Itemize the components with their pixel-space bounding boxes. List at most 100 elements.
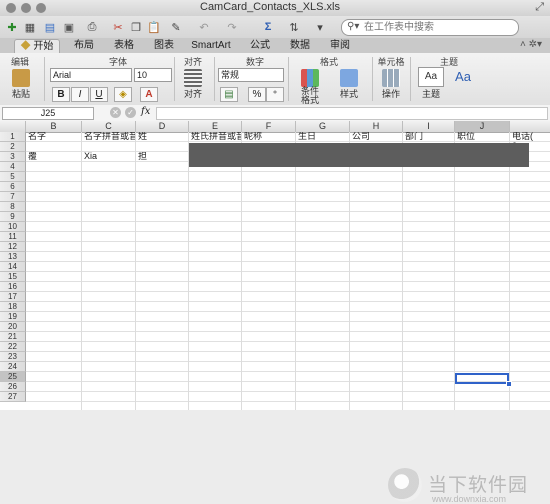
header-cell[interactable]: 名字拼音或音标 xyxy=(84,132,135,141)
header-cell[interactable]: 姓氏拼音或音标 xyxy=(191,132,241,141)
tab-review[interactable]: 审阅 xyxy=(320,39,360,53)
active-cell-j25[interactable] xyxy=(455,373,509,384)
row-header[interactable]: 17 xyxy=(0,292,26,302)
row-header[interactable]: 23 xyxy=(0,352,26,362)
theme-font-button[interactable]: Aa xyxy=(452,69,474,84)
header-cell[interactable]: 昵称 xyxy=(244,132,295,141)
minimize-window-button[interactable] xyxy=(21,3,31,13)
number-format-select[interactable]: 常规 xyxy=(218,68,284,82)
row-header[interactable]: 3 xyxy=(0,152,26,162)
undo-icon[interactable]: ↶ xyxy=(196,19,212,35)
row-header[interactable]: 16 xyxy=(0,282,26,292)
row-header[interactable]: 4 xyxy=(0,162,26,172)
row-header[interactable]: 14 xyxy=(0,262,26,272)
row-header[interactable]: 19 xyxy=(0,312,26,322)
zoom-window-button[interactable] xyxy=(36,3,46,13)
cut-icon[interactable]: ✂ xyxy=(110,19,126,35)
row-header[interactable]: 13 xyxy=(0,252,26,262)
underline-button[interactable]: U xyxy=(90,87,108,102)
tab-data[interactable]: 数据 xyxy=(280,39,320,53)
row-header[interactable]: 12 xyxy=(0,242,26,252)
font-name-select[interactable]: Arial xyxy=(50,68,132,82)
cells-operate-button[interactable]: 操作 xyxy=(376,69,406,100)
template-icon[interactable]: ▦ xyxy=(22,19,38,35)
cancel-icon[interactable]: ✕ xyxy=(110,107,121,118)
data-cell[interactable]: 担 xyxy=(138,152,188,161)
percent-button[interactable]: % xyxy=(248,87,266,102)
row-header[interactable]: 10 xyxy=(0,222,26,232)
row-header[interactable]: 11 xyxy=(0,232,26,242)
tab-formulas[interactable]: 公式 xyxy=(240,39,280,53)
spreadsheet-grid[interactable]: BCDEFGHIJ 1 2 3 4 5 6 7 8 9 10 11 12 13 14 15 16 17 18 19 2… xyxy=(0,121,550,504)
row-header[interactable]: 7 xyxy=(0,192,26,202)
open-icon[interactable]: ▤ xyxy=(42,19,58,35)
header-cell[interactable]: 部门 xyxy=(405,132,454,141)
group-label-format: 格式 xyxy=(319,57,338,67)
sort-icon[interactable]: ⇅ xyxy=(286,19,302,35)
save-icon[interactable]: ▣ xyxy=(61,19,77,35)
print-icon[interactable]: ⎙ xyxy=(84,19,100,35)
search-input[interactable] xyxy=(364,20,514,35)
italic-button[interactable]: I xyxy=(71,87,89,102)
paste-icon[interactable]: 📋 xyxy=(146,19,162,35)
ribbon-options-icon[interactable]: ˄ ✲▾ xyxy=(520,39,542,50)
row-header[interactable]: 27 xyxy=(0,392,26,402)
grid-row-line xyxy=(26,181,550,182)
header-cell[interactable]: 生日 xyxy=(298,132,349,141)
group-label-cells: 单元格 xyxy=(377,57,405,67)
row-header[interactable]: 1 xyxy=(0,132,26,142)
font-size-select[interactable]: 10 xyxy=(134,68,172,82)
decimal-icon[interactable]: ⁺ xyxy=(266,87,284,102)
row-header[interactable]: 8 xyxy=(0,202,26,212)
row-header[interactable]: 6 xyxy=(0,182,26,192)
row-header[interactable]: 22 xyxy=(0,342,26,352)
header-cell[interactable]: 姓 xyxy=(138,132,188,141)
row-header[interactable]: 21 xyxy=(0,332,26,342)
data-cell[interactable]: Xia xyxy=(84,152,135,161)
grid-row-line xyxy=(26,341,550,342)
tab-smartart[interactable]: SmartArt xyxy=(184,39,238,53)
conditional-format-button[interactable]: 条件 格式 xyxy=(294,69,326,105)
header-cell[interactable]: 名字 xyxy=(28,132,81,141)
sheet-search-box[interactable]: ⚲▾ xyxy=(341,19,519,36)
tab-layout[interactable]: 布局 xyxy=(64,39,104,53)
header-cell[interactable]: 职位 xyxy=(457,132,509,141)
row-header[interactable]: 15 xyxy=(0,272,26,282)
grid-row-line xyxy=(26,401,550,402)
fx-button[interactable]: fx xyxy=(141,106,150,117)
confirm-icon[interactable]: ✓ xyxy=(125,107,136,118)
align-button[interactable]: 对齐 xyxy=(178,69,208,100)
tab-home[interactable]: ◆ 开始 xyxy=(14,39,60,54)
gallery-icon[interactable]: ▾ xyxy=(312,19,328,35)
header-cell[interactable]: 公司 xyxy=(352,132,402,141)
style-button[interactable]: 样式 xyxy=(334,69,364,100)
tab-charts[interactable]: 图表 xyxy=(144,39,184,53)
fill-handle[interactable] xyxy=(506,381,512,387)
highlight-color-icon[interactable]: ◈ xyxy=(114,87,132,102)
name-box[interactable]: J25 xyxy=(2,107,94,120)
redo-icon[interactable]: ↷ xyxy=(224,19,240,35)
row-header[interactable]: 26 xyxy=(0,382,26,392)
paste-button[interactable]: 粘贴 xyxy=(8,69,34,100)
copy-icon[interactable]: ❐ xyxy=(128,19,144,35)
tab-tables[interactable]: 表格 xyxy=(104,39,144,53)
bold-button[interactable]: B xyxy=(52,87,70,102)
row-header[interactable]: 9 xyxy=(0,212,26,222)
row-header[interactable]: 2 xyxy=(0,142,26,152)
row-header[interactable]: 20 xyxy=(0,322,26,332)
row-header[interactable]: 5 xyxy=(0,172,26,182)
new-workbook-icon[interactable]: ✚ xyxy=(4,19,20,35)
autosum-icon[interactable]: Σ xyxy=(260,19,276,35)
resize-icon[interactable]: ⤢ xyxy=(535,1,544,14)
themes-button[interactable]: Aa 主题 xyxy=(416,67,446,100)
accounting-icon[interactable]: ▤ xyxy=(220,87,238,102)
row-header[interactable]: 18 xyxy=(0,302,26,312)
row-header[interactable]: 24 xyxy=(0,362,26,372)
format-painter-icon[interactable]: ✎ xyxy=(168,19,184,35)
data-cell[interactable]: 覆 xyxy=(28,152,81,161)
row-header[interactable]: 25 xyxy=(0,372,26,382)
formula-input[interactable] xyxy=(156,107,548,120)
font-color-icon[interactable]: A xyxy=(140,87,158,102)
header-cell[interactable]: 电话( xyxy=(512,132,549,141)
close-window-button[interactable] xyxy=(6,3,16,13)
